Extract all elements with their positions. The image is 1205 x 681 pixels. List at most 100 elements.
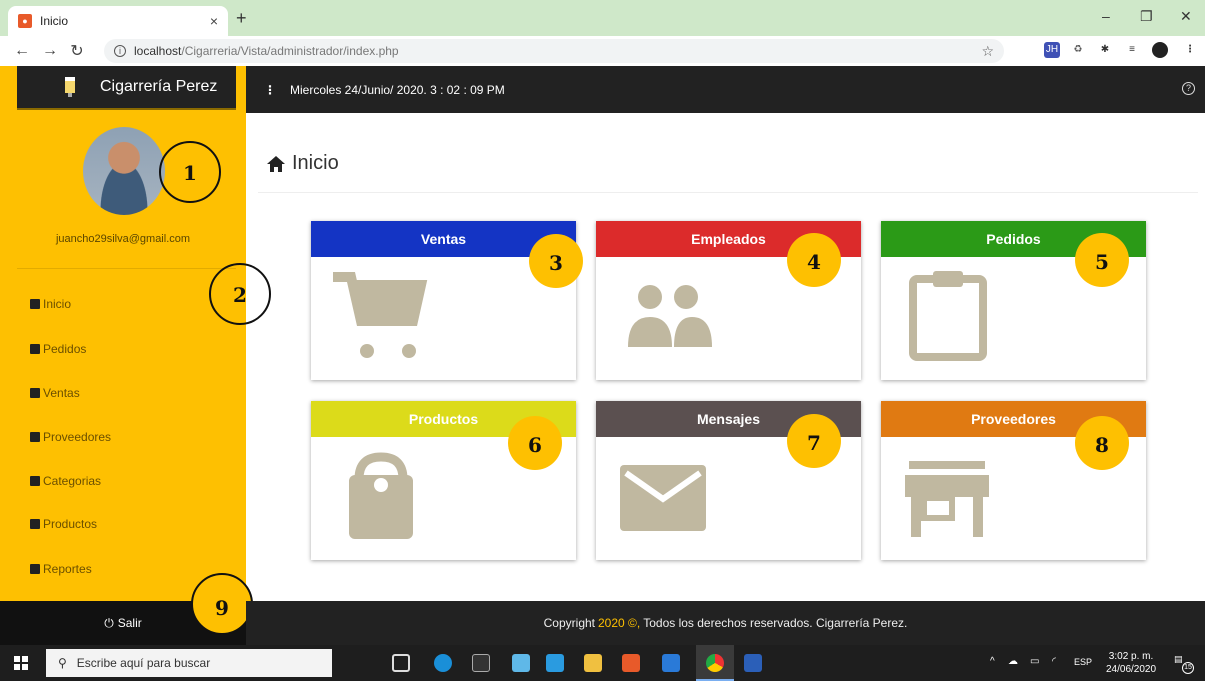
sidebar-item-reportes[interactable]: Reportes (30, 562, 92, 576)
annotation-5: 5 (1075, 233, 1129, 287)
extension-recycle-icon[interactable]: ♻ (1070, 42, 1086, 58)
chrome-icon (706, 654, 724, 672)
sidebar-item-label: Pedidos (43, 342, 87, 356)
profile-avatar-icon[interactable] (1152, 42, 1168, 58)
page-title-text: Inicio (292, 152, 339, 174)
bag-icon (30, 519, 40, 529)
reading-list-icon[interactable]: ≡ (1124, 42, 1140, 58)
close-window-icon[interactable]: ✕ (1180, 8, 1192, 25)
users-icon (628, 285, 712, 347)
cart-icon (30, 388, 40, 398)
annotation-8: 8 (1075, 416, 1129, 470)
sidebar-item-pedidos[interactable]: Pedidos (30, 342, 86, 356)
clipboard-icon (909, 271, 987, 361)
favicon-icon: ● (18, 14, 32, 28)
task-view-icon[interactable] (392, 654, 410, 672)
store-icon (905, 461, 989, 537)
info-icon[interactable]: i (114, 45, 126, 57)
page-title: Inicio (266, 152, 339, 175)
datetime: Miercoles 24/Junio/ 2020. 3 : 02 : 09 PM (290, 82, 505, 97)
sidebar-item-ventas[interactable]: Ventas (30, 386, 80, 400)
chart-icon (30, 564, 40, 574)
sidebar-item-label: Ventas (43, 386, 80, 400)
footer-text: Todos los derechos reservados. Cigarrerí… (643, 616, 908, 630)
brand-bar[interactable]: Cigarrería Perez (17, 66, 236, 110)
sidebar-item-label: Categorias (43, 474, 102, 488)
menu-kebab-icon[interactable]: ⋮ (1182, 42, 1198, 58)
bookmark-star-icon[interactable]: ☆ (981, 43, 994, 60)
brand-name: Cigarrería Perez (100, 78, 218, 95)
annotation-3: 3 (529, 234, 583, 288)
notification-center-icon[interactable]: ▤ 15 (1174, 654, 1194, 674)
user-avatar (83, 127, 165, 215)
url-host: localhost (134, 44, 182, 58)
extension-jh-icon[interactable]: JH (1044, 42, 1060, 58)
word-icon[interactable] (744, 654, 762, 672)
annotation-2: 2 (209, 263, 271, 325)
bag-icon (349, 452, 413, 539)
sidebar-item-categorias[interactable]: Categorias (30, 474, 101, 488)
browser-tab[interactable]: ● Inicio × (8, 6, 228, 36)
mail-icon[interactable] (546, 654, 564, 672)
menu-toggle-icon[interactable]: ⋮ (264, 83, 276, 97)
envelope-icon (620, 465, 706, 531)
address-bar: ← → ↻ i localhost /Cigarreria/Vista/admi… (0, 36, 1205, 66)
notification-count: 15 (1182, 662, 1194, 674)
taskbar-clock[interactable]: 3:02 p. m. 24/06/2020 (1106, 650, 1156, 676)
annotation-1: 1 (159, 141, 221, 203)
sidebar-divider (17, 268, 236, 269)
book-icon (30, 476, 40, 486)
minimize-icon[interactable]: – (1102, 8, 1110, 24)
file-explorer-icon[interactable] (584, 654, 602, 672)
reload-icon[interactable]: ↻ (70, 41, 84, 61)
url-input[interactable]: i localhost /Cigarreria/Vista/administra… (104, 39, 1004, 63)
annotation-9: 9 (191, 573, 253, 635)
box-app-icon[interactable] (512, 654, 530, 672)
footer-prefix: Copyright (543, 616, 595, 630)
home-icon (267, 155, 285, 172)
cart-icon (333, 272, 428, 358)
clock-date: 24/06/2020 (1106, 664, 1157, 675)
sidebar-item-label: Reportes (43, 562, 92, 576)
annotation-7: 7 (787, 414, 841, 468)
vscode-icon[interactable] (662, 654, 680, 672)
close-tab-icon[interactable]: × (210, 13, 218, 29)
battery-icon[interactable]: ▭ (1030, 656, 1039, 667)
wifi-icon[interactable]: ◜ (1052, 656, 1056, 667)
back-icon[interactable]: ← (14, 42, 30, 60)
forward-icon[interactable]: → (42, 42, 58, 60)
windows-start-icon[interactable] (14, 656, 28, 670)
search-placeholder: Escribe aquí para buscar (76, 656, 211, 670)
help-icon[interactable]: ? (1182, 82, 1195, 95)
footer: Copyright 2020 ©, Todos los derechos res… (246, 601, 1205, 645)
beer-logo-icon (65, 77, 75, 97)
terminal-icon[interactable] (472, 654, 490, 672)
language-indicator[interactable]: ESP (1074, 657, 1092, 667)
extensions-puzzle-icon[interactable]: ✱ (1097, 42, 1113, 58)
sidebar-item-inicio[interactable]: Inicio (30, 297, 71, 311)
sidebar-item-label: Inicio (43, 297, 72, 311)
sidebar-item-productos[interactable]: Productos (30, 517, 97, 531)
power-icon: ⏻ (104, 615, 114, 630)
clipboard-icon (30, 344, 40, 354)
taskbar-search-input[interactable]: ⚲ Escribe aquí para buscar (46, 649, 332, 677)
dashboard-icon (30, 299, 40, 309)
top-bar: ⋮ Miercoles 24/Junio/ 2020. 3 : 02 : 09 … (246, 66, 1205, 113)
tab-title: Inicio (40, 14, 69, 28)
onedrive-icon[interactable]: ☁ (1008, 656, 1018, 667)
chrome-taskbar-button[interactable] (696, 645, 734, 681)
url-path: /Cigarreria/Vista/administrador/index.ph… (181, 44, 399, 58)
tray-chevron-icon[interactable]: ^ (990, 656, 995, 667)
annotation-4: 4 (787, 233, 841, 287)
title-divider (258, 192, 1198, 193)
sidebar-item-label: Productos (43, 517, 98, 531)
footer-year: 2020 ©, (598, 616, 641, 630)
new-tab-button[interactable]: + (236, 8, 247, 29)
edge-icon[interactable] (434, 654, 452, 672)
logout-label: Salir (117, 616, 142, 630)
restore-icon[interactable]: ❐ (1140, 8, 1153, 25)
sidebar-item-proveedores[interactable]: Proveedores (30, 430, 111, 444)
xampp-icon[interactable] (622, 654, 640, 672)
store-icon (30, 432, 40, 442)
clock-time: 3:02 p. m. (1108, 651, 1154, 662)
